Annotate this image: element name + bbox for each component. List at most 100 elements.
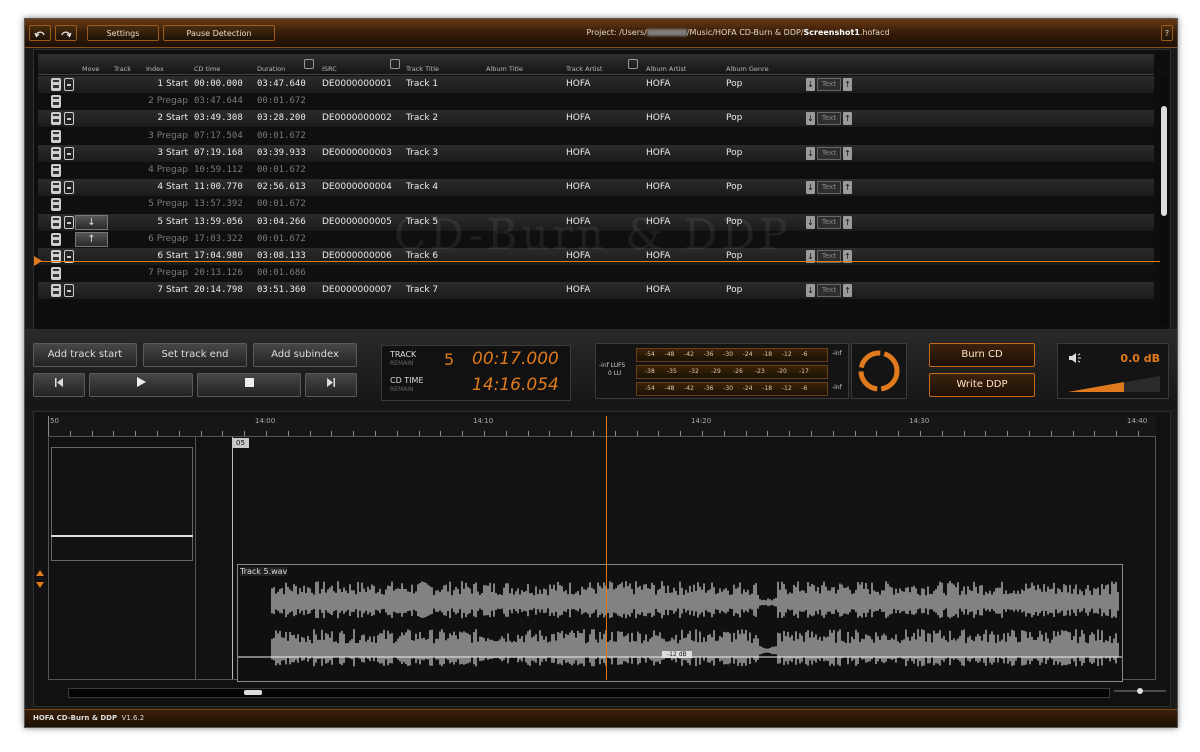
duration[interactable]: 00:01.672: [257, 165, 306, 175]
track-artist[interactable]: HOFA: [566, 79, 590, 89]
lock-icon[interactable]: [51, 232, 61, 246]
album-genre[interactable]: Pop: [726, 285, 742, 295]
editor-playhead[interactable]: [606, 416, 607, 680]
cd-time[interactable]: 07:17.504: [194, 131, 243, 141]
lock-icon[interactable]: [51, 198, 61, 212]
arrow-up-icon[interactable]: ↑: [843, 146, 852, 160]
skip-back-button[interactable]: [33, 373, 85, 397]
duration[interactable]: 03:51.360: [257, 285, 306, 295]
help-button[interactable]: ?: [1161, 25, 1173, 41]
cd-time[interactable]: 13:57.392: [194, 199, 243, 209]
playhead-indicator[interactable]: [34, 256, 42, 266]
arrow-down-icon[interactable]: ↓: [806, 112, 815, 126]
cd-time[interactable]: 03:47.644: [194, 96, 243, 106]
track-index[interactable]: 2 Start: [157, 113, 188, 123]
duration[interactable]: 00:01.672: [257, 131, 306, 141]
isrc[interactable]: DE0000000002: [322, 113, 392, 123]
track-index[interactable]: 4 Pregap: [148, 165, 188, 175]
volume-slider[interactable]: [1068, 372, 1160, 394]
track-title[interactable]: Track 7: [406, 285, 438, 295]
burn-cd-button[interactable]: Burn CD: [929, 343, 1035, 367]
track-row[interactable]: 7 Pregap 20:13.126 00:01.686: [38, 265, 1154, 283]
text-button[interactable]: Text: [817, 146, 841, 160]
track-index[interactable]: 7 Pregap: [148, 268, 188, 278]
track-index[interactable]: 2 Pregap: [148, 96, 188, 106]
album-genre[interactable]: Pop: [726, 182, 742, 192]
lock-icon[interactable]: [51, 95, 61, 109]
lock-icon[interactable]: [51, 181, 61, 195]
duration[interactable]: 00:01.686: [257, 268, 306, 278]
cd-time[interactable]: 17:04.980: [194, 251, 243, 261]
duration[interactable]: 03:28.200: [257, 113, 306, 123]
arrow-down-icon[interactable]: ↓: [806, 284, 815, 298]
pause-icon[interactable]: [64, 112, 74, 126]
track-index[interactable]: 3 Start: [157, 148, 188, 158]
lock-icon[interactable]: [51, 215, 61, 229]
duration[interactable]: 03:47.640: [257, 79, 306, 89]
arrow-up-icon[interactable]: ↑: [843, 215, 852, 229]
pause-detection-button[interactable]: Pause Detection: [163, 25, 275, 41]
pause-icon[interactable]: [64, 181, 74, 195]
text-button[interactable]: Text: [817, 284, 841, 298]
editor-hscrollbar[interactable]: [68, 688, 1110, 698]
pause-icon[interactable]: [64, 78, 74, 91]
cd-time[interactable]: 07:19.168: [194, 148, 243, 158]
album-artist[interactable]: HOFA: [646, 182, 670, 192]
track-row[interactable]: 7 Start 20:14.798 03:51.360 DE0000000007 Tra…: [38, 282, 1154, 300]
isrc[interactable]: DE0000000005: [322, 217, 392, 227]
move-button[interactable]: ↑: [75, 231, 108, 247]
track-artist[interactable]: HOFA: [566, 148, 590, 158]
duration-column-icon[interactable]: [304, 59, 314, 69]
isrc[interactable]: DE0000000001: [322, 79, 392, 89]
add-subindex-button[interactable]: Add subindex: [253, 343, 357, 367]
track-title[interactable]: Track 2: [406, 113, 438, 123]
skip-forward-button[interactable]: [305, 373, 357, 397]
album-artist[interactable]: HOFA: [646, 285, 670, 295]
cd-time[interactable]: 17:03.322: [194, 234, 243, 244]
text-button[interactable]: Text: [817, 78, 841, 91]
col-track-title[interactable]: Track Title: [406, 65, 439, 73]
arrow-up-icon[interactable]: ↑: [843, 112, 852, 126]
arrow-down-icon[interactable]: ↓: [806, 78, 815, 91]
track-title[interactable]: Track 3: [406, 148, 438, 158]
isrc-column-icon[interactable]: [390, 59, 400, 69]
arrow-up-icon[interactable]: ↑: [843, 284, 852, 298]
isrc[interactable]: DE0000000004: [322, 182, 392, 192]
track-marker[interactable]: 05: [232, 438, 249, 448]
cd-time[interactable]: 11:00.770: [194, 182, 243, 192]
isrc[interactable]: DE0000000003: [322, 148, 392, 158]
pause-icon[interactable]: [64, 284, 74, 298]
col-isrc[interactable]: ISRC: [322, 65, 337, 73]
track-artist[interactable]: HOFA: [566, 182, 590, 192]
lock-icon[interactable]: [51, 267, 61, 281]
track-row[interactable]: 2 Start 03:49.308 03:28.200 DE0000000002 Tra…: [38, 110, 1154, 128]
track-row[interactable]: 4 Pregap 10:59.112 00:01.672: [38, 162, 1154, 179]
arrow-down-icon[interactable]: ↓: [806, 215, 815, 229]
col-cd-time[interactable]: CD time: [194, 65, 220, 73]
text-button[interactable]: Text: [817, 112, 841, 126]
track-artist-column-icon[interactable]: [628, 59, 638, 69]
duration[interactable]: 00:01.672: [257, 199, 306, 209]
pause-icon[interactable]: [64, 146, 74, 160]
track-row[interactable]: 3 Pregap 07:17.504 00:01.672: [38, 127, 1154, 145]
track-row[interactable]: 3 Start 07:19.168 03:39.933 DE0000000003 Tra…: [38, 144, 1154, 162]
col-track[interactable]: Track: [114, 65, 131, 73]
track-row[interactable]: 4 Start 11:00.770 02:56.613 DE0000000004 Tra…: [38, 179, 1154, 197]
lock-icon[interactable]: [51, 284, 61, 298]
zoom-arrows-icon[interactable]: [36, 570, 44, 588]
album-artist[interactable]: HOFA: [646, 79, 670, 89]
col-album-title[interactable]: Album Title: [486, 65, 523, 73]
col-move[interactable]: Move: [82, 65, 99, 73]
lock-icon[interactable]: [51, 112, 61, 126]
volume-control[interactable]: 0.0 dB: [1057, 343, 1169, 399]
cd-time[interactable]: 03:49.308: [194, 113, 243, 123]
album-genre[interactable]: Pop: [726, 148, 742, 158]
text-button[interactable]: Text: [817, 215, 841, 229]
arrow-down-icon[interactable]: ↓: [806, 146, 815, 160]
move-button[interactable]: ↓: [75, 214, 108, 230]
tracklist-scroll-thumb[interactable]: [1161, 106, 1167, 216]
overview-box[interactable]: [51, 447, 193, 561]
col-album-genre[interactable]: Album Genre: [726, 65, 769, 73]
album-artist[interactable]: HOFA: [646, 113, 670, 123]
zoom-slider[interactable]: [1110, 686, 1170, 696]
